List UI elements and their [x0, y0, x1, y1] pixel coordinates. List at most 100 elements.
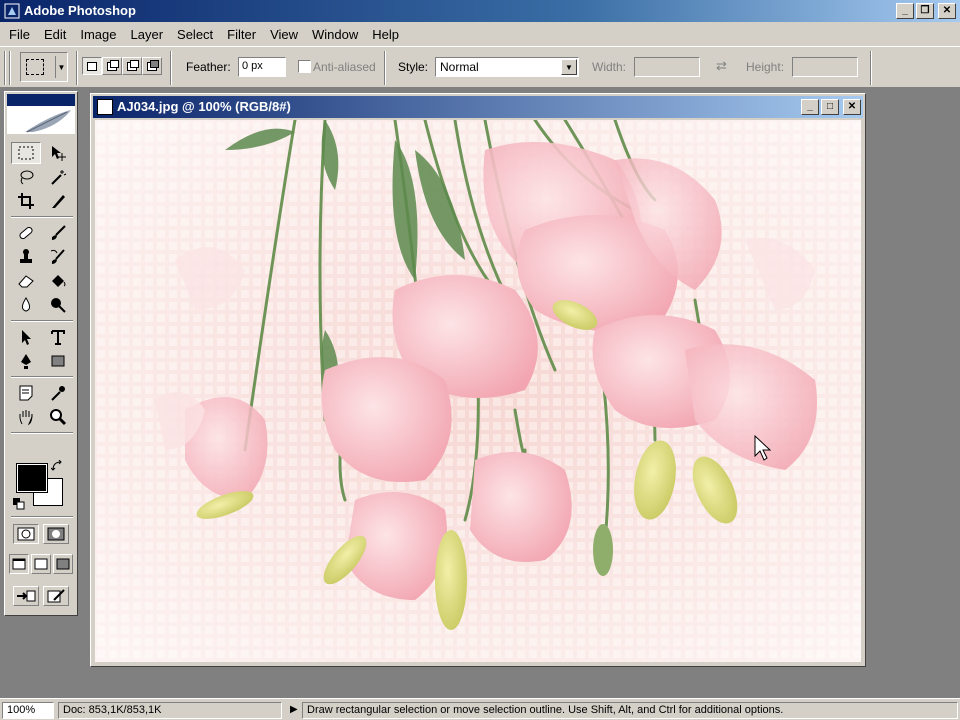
pencil-check-icon [47, 589, 65, 603]
doc-maximize-button[interactable]: □ [821, 99, 839, 115]
feather-input[interactable]: 0 px [238, 57, 286, 77]
edit-in-imageready-button[interactable] [43, 586, 69, 606]
document-icon [97, 99, 113, 115]
slice-tool[interactable] [43, 190, 73, 212]
quick-mask-icon [47, 527, 65, 541]
default-colors-icon[interactable] [13, 498, 25, 510]
document-window: AJ034.jpg @ 100% (RGB/8#) _ □ ✕ [90, 93, 866, 667]
doc-close-button[interactable]: ✕ [843, 99, 861, 115]
chevron-down-icon: ▼ [561, 59, 577, 75]
move-tool[interactable] [43, 142, 73, 164]
app-title: Adobe Photoshop [24, 3, 136, 18]
document-title-bar[interactable]: AJ034.jpg @ 100% (RGB/8#) _ □ ✕ [93, 96, 863, 118]
options-bar: ▼ Feather: 0 px Anti-aliased Style: Norm… [0, 46, 960, 88]
menu-window[interactable]: Window [305, 27, 365, 42]
height-label: Height: [746, 60, 785, 74]
burn-icon [51, 298, 66, 313]
intersect-selection-button[interactable] [142, 57, 162, 75]
zoom-tool[interactable] [43, 406, 73, 428]
type-icon [51, 330, 65, 345]
rectangle-tool[interactable] [43, 350, 73, 372]
height-input[interactable] [792, 57, 858, 77]
type-tool[interactable] [43, 326, 73, 348]
standard-mode-button[interactable] [13, 524, 39, 544]
swap-width-height-icon[interactable]: ⇄ [716, 58, 727, 74]
brush-tool[interactable] [43, 222, 73, 244]
menu-image[interactable]: Image [73, 27, 123, 42]
full-screen-mode-button[interactable] [53, 554, 73, 574]
menu-file[interactable]: File [2, 27, 37, 42]
document-size-info: Doc: 853,1K/853,1K [58, 702, 282, 719]
subtract-from-selection-button[interactable] [122, 57, 142, 75]
menu-help[interactable]: Help [365, 27, 406, 42]
history-brush-tool[interactable] [43, 246, 73, 268]
eyedropper-tool[interactable] [43, 382, 73, 404]
add-to-selection-button[interactable] [102, 57, 122, 75]
style-select[interactable]: Normal ▼ [435, 57, 579, 77]
doc-minimize-button[interactable]: _ [801, 99, 819, 115]
options-bar-grip-2 [9, 51, 11, 85]
clone-stamp-tool[interactable] [11, 246, 41, 268]
eyedropper-icon [51, 386, 65, 401]
magic-wand-tool[interactable] [43, 166, 73, 188]
eraser-tool[interactable] [11, 270, 41, 292]
move-icon [52, 146, 66, 161]
paint-bucket-tool[interactable] [43, 270, 73, 292]
menu-view[interactable]: View [263, 27, 305, 42]
menu-edit[interactable]: Edit [37, 27, 73, 42]
imageready-icon [17, 590, 36, 602]
flower-photo [95, 120, 861, 662]
blur-tool[interactable] [11, 294, 41, 316]
quick-mask-mode-button[interactable] [43, 524, 69, 544]
status-message: Draw rectangular selection or move selec… [302, 702, 958, 719]
menu-filter[interactable]: Filter [220, 27, 263, 42]
lasso-tool[interactable] [11, 166, 41, 188]
toolbox [4, 91, 78, 616]
hand-icon [19, 410, 33, 426]
arrow-pointer-icon [22, 330, 31, 345]
full-screen-menu-mode-button[interactable] [31, 554, 51, 574]
foreground-color-swatch[interactable] [16, 463, 48, 493]
jump-to-imageready-button[interactable] [13, 586, 39, 606]
path-selection-tool[interactable] [11, 326, 41, 348]
standard-mode-icon [17, 527, 35, 541]
notes-tool[interactable] [11, 382, 41, 404]
rectangular-marquee-icon [26, 59, 44, 75]
width-label: Width: [592, 60, 627, 74]
document-title: AJ034.jpg @ 100% (RGB/8#) [117, 99, 291, 114]
healing-brush-tool[interactable] [11, 222, 41, 244]
rectangle-shape-icon [51, 355, 65, 367]
width-input[interactable] [634, 57, 700, 77]
zoom-level-field[interactable]: 100% [2, 702, 54, 719]
style-select-value: Normal [440, 60, 479, 74]
stamp-icon [20, 249, 32, 263]
marquee-tool[interactable] [11, 142, 41, 164]
toolbox-header[interactable] [7, 94, 75, 134]
menu-layer[interactable]: Layer [124, 27, 171, 42]
restore-button[interactable]: ❐ [916, 3, 934, 19]
close-button[interactable]: ✕ [938, 3, 956, 19]
standard-screen-mode-button[interactable] [9, 554, 29, 574]
menu-select[interactable]: Select [170, 27, 220, 42]
image-canvas[interactable] [95, 120, 861, 662]
eraser-icon [18, 275, 34, 288]
tool-preset-picker[interactable]: ▼ [20, 52, 68, 82]
anti-aliased-checkbox[interactable] [298, 60, 311, 73]
rectangular-marquee-icon [18, 146, 34, 160]
new-selection-button[interactable] [82, 57, 102, 75]
minimize-button[interactable]: _ [896, 3, 914, 19]
swap-colors-icon[interactable] [50, 459, 63, 472]
pen-tool[interactable] [11, 350, 41, 372]
options-bar-grip[interactable] [4, 51, 6, 85]
menu-bar: File Edit Image Layer Select Filter View… [0, 22, 960, 46]
hand-tool[interactable] [11, 406, 41, 428]
note-icon [19, 385, 33, 401]
status-menu-arrow-icon[interactable]: ▶ [290, 704, 298, 715]
divider [870, 51, 872, 85]
bandage-icon [19, 226, 33, 240]
crop-tool[interactable] [11, 190, 41, 212]
burn-tool[interactable] [43, 294, 73, 316]
screen-mode-icon [12, 558, 26, 570]
lasso-icon [20, 170, 34, 185]
pen-icon [21, 354, 31, 369]
